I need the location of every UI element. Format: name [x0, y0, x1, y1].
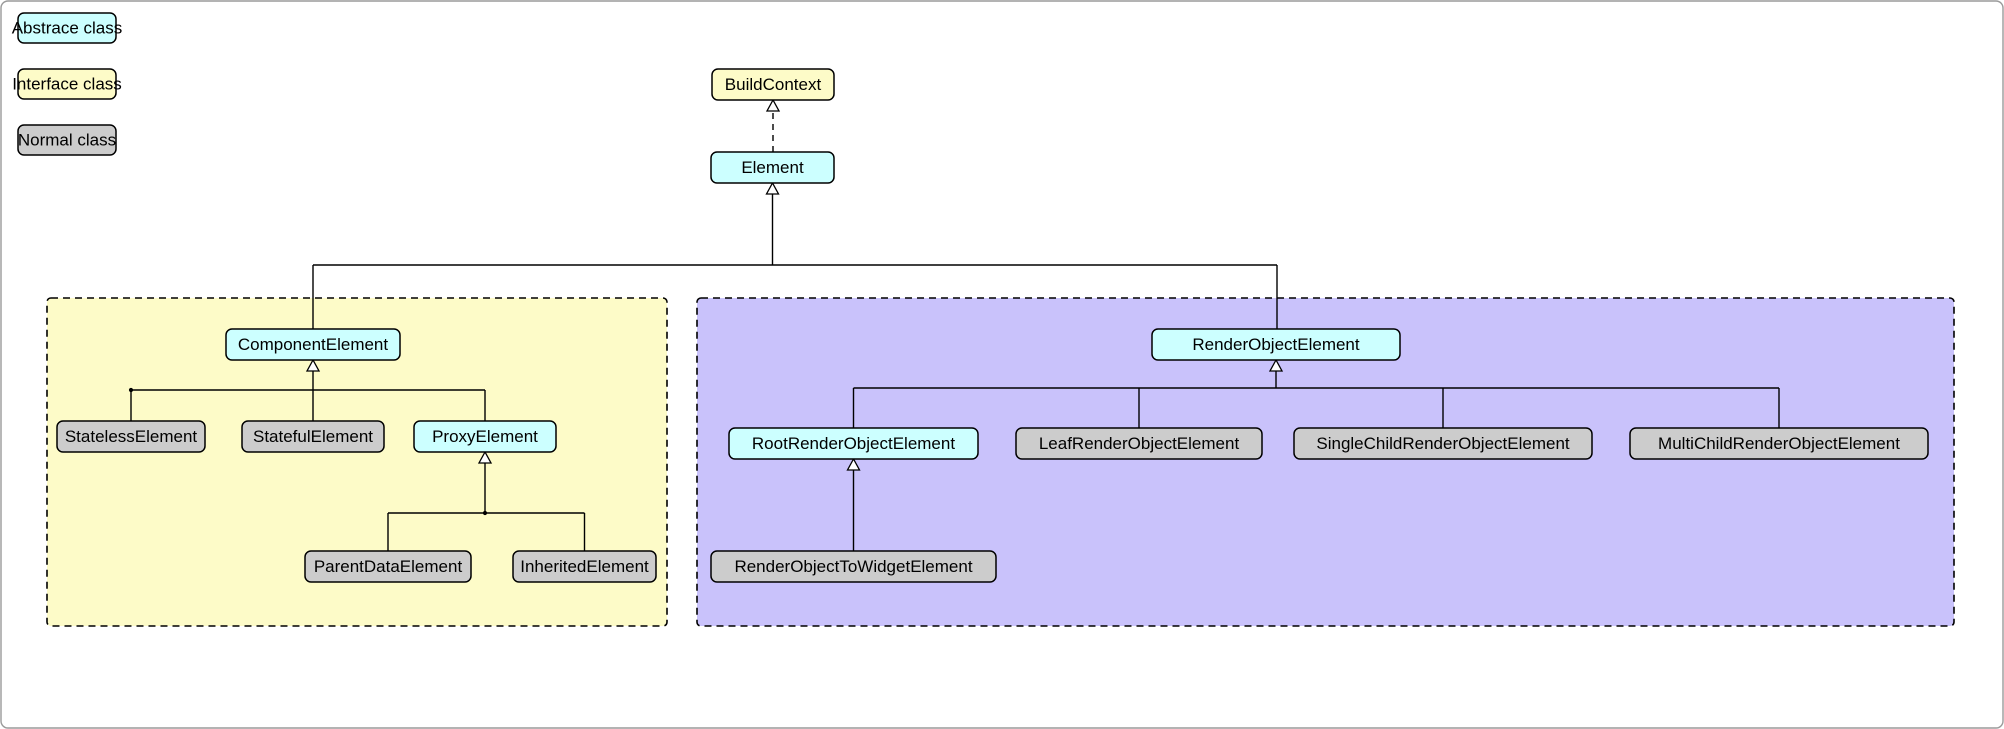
class-node-renderobjectelement[interactable]: RenderObjectElement — [1152, 329, 1400, 360]
node-box[interactable] — [242, 421, 384, 452]
class-node-statelesselement[interactable]: StatelessElement — [57, 421, 205, 452]
junction-proxyelement — [483, 511, 487, 515]
class-node-singlechildrenderobjectelement[interactable]: SingleChildRenderObjectElement — [1294, 428, 1592, 459]
class-node-rootrenderobjectelement[interactable]: RootRenderObjectElement — [729, 428, 978, 459]
node-box[interactable] — [226, 329, 400, 360]
class-node-proxyelement[interactable]: ProxyElement — [414, 421, 556, 452]
class-node-leafrenderobjectelement[interactable]: LeafRenderObjectElement — [1016, 428, 1262, 459]
node-box[interactable] — [1152, 329, 1400, 360]
legend-swatch — [18, 69, 116, 99]
node-box[interactable] — [711, 152, 834, 183]
node-box[interactable] — [305, 551, 471, 582]
class-diagram: BuildContext Element ComponentElement State… — [0, 0, 2004, 729]
node-box[interactable] — [57, 421, 205, 452]
node-box[interactable] — [1016, 428, 1262, 459]
node-box[interactable] — [414, 421, 556, 452]
legend-item-normal: Normal class — [18, 125, 116, 155]
class-node-renderobjecttowidgetelement[interactable]: RenderObjectToWidgetElement — [711, 551, 996, 582]
class-node-multichildrenderobjectelement[interactable]: MultiChildRenderObjectElement — [1630, 428, 1928, 459]
legend-swatch — [18, 13, 116, 43]
legend-item-interface: Interface class — [12, 69, 122, 99]
node-box[interactable] — [1630, 428, 1928, 459]
class-node-buildcontext[interactable]: BuildContext — [712, 69, 834, 100]
legend-item-abstract: Abstrace class — [12, 13, 123, 43]
legend-swatch — [18, 125, 116, 155]
node-box[interactable] — [513, 551, 656, 582]
node-box[interactable] — [712, 69, 834, 100]
class-node-parentdataelement[interactable]: ParentDataElement — [305, 551, 471, 582]
node-box[interactable] — [1294, 428, 1592, 459]
class-node-element[interactable]: Element — [711, 152, 834, 183]
diagram-canvas: BuildContext Element ComponentElement State… — [0, 0, 2004, 729]
class-node-inheritedelement[interactable]: InheritedElement — [513, 551, 656, 582]
class-node-componentelement[interactable]: ComponentElement — [226, 329, 400, 360]
node-box[interactable] — [711, 551, 996, 582]
legend: Abstrace class Interface class Normal clas… — [12, 13, 123, 155]
class-node-statefulelement[interactable]: StatefulElement — [242, 421, 384, 452]
node-box[interactable] — [729, 428, 978, 459]
